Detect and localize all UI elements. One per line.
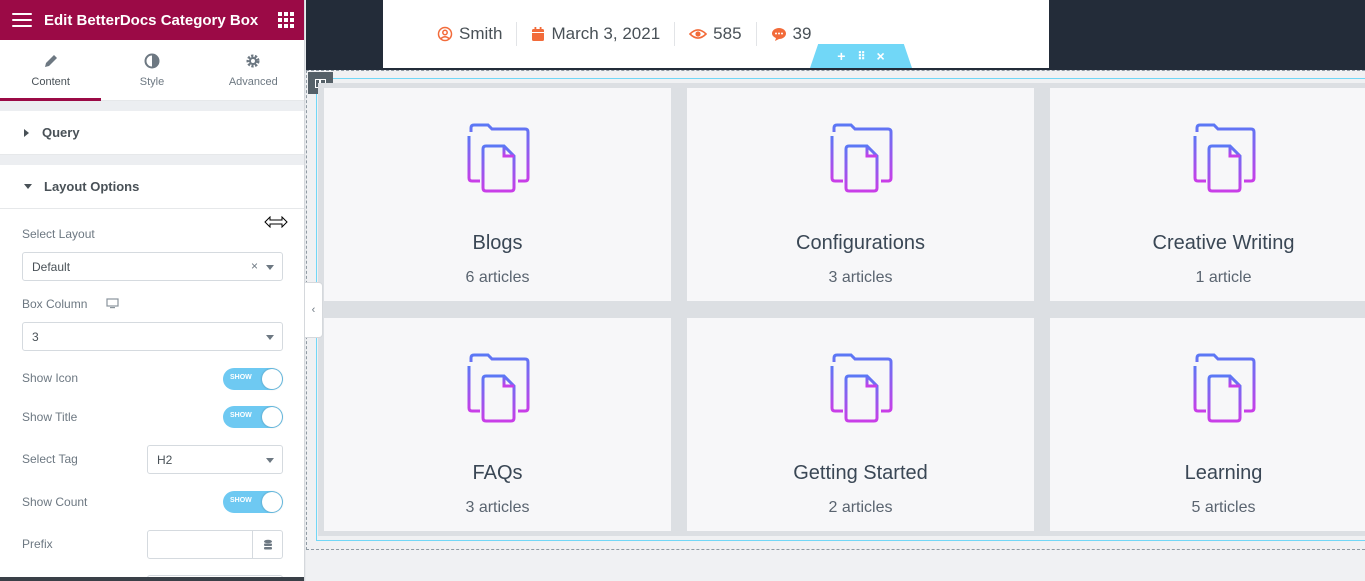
folder-doc-icon — [1193, 353, 1255, 423]
section-handle: + ⠿ × — [810, 44, 912, 68]
user-icon — [437, 26, 453, 42]
chevron-down-icon — [266, 335, 274, 340]
folder-doc-icon — [467, 123, 529, 193]
select-layout-value: Default — [32, 259, 71, 274]
select-tag-dropdown[interactable]: H2 — [147, 445, 283, 474]
select-layout-label: Select Layout — [22, 227, 95, 241]
toggle-text: SHOW — [230, 497, 252, 504]
category-title[interactable]: FAQs — [472, 462, 522, 485]
dynamic-tags-button[interactable] — [252, 531, 282, 558]
category-grid: Blogs 6 articles Configurations 3 articl… — [318, 83, 1365, 536]
database-icon — [263, 539, 272, 549]
folder-doc-icon — [1193, 123, 1255, 193]
select-layout-dropdown[interactable]: Default × — [22, 252, 283, 281]
box-column-label: Box Column — [22, 297, 88, 311]
resize-cursor-icon — [264, 216, 288, 228]
desktop-icon[interactable] — [106, 298, 119, 309]
chevron-down-icon — [266, 265, 274, 270]
gear-icon — [245, 52, 261, 70]
section-label: Query — [42, 125, 80, 140]
eye-icon — [689, 29, 708, 39]
folder-doc-icon — [467, 353, 529, 423]
box-column-value: 3 — [32, 329, 39, 344]
prefix-input[interactable] — [147, 530, 283, 559]
category-count: 3 articles — [828, 269, 893, 286]
post-meta-bar: Smith March 3, 2021 585 39 — [383, 0, 1049, 68]
category-count: 6 articles — [465, 269, 530, 286]
toggle-knob — [262, 492, 282, 512]
show-title-toggle[interactable]: SHOW — [223, 406, 283, 428]
pencil-icon — [43, 52, 59, 70]
widgets-grid-icon[interactable] — [278, 12, 294, 28]
toggle-text: SHOW — [230, 374, 252, 381]
category-card[interactable]: Blogs 6 articles — [324, 88, 671, 301]
caret-down-icon — [24, 184, 32, 189]
collapse-panel-button[interactable]: ‹ — [305, 282, 323, 338]
category-count: 3 articles — [465, 499, 530, 516]
tab-label: Advanced — [228, 76, 278, 88]
close-icon[interactable]: × — [877, 48, 885, 64]
category-title[interactable]: Blogs — [472, 232, 522, 255]
select-tag-label: Select Tag — [22, 452, 78, 466]
category-card[interactable]: Getting Started 2 articles — [687, 318, 1034, 531]
toggle-knob — [262, 369, 282, 389]
section-query[interactable]: Query — [0, 111, 304, 155]
category-card[interactable]: Learning 5 articles — [1050, 318, 1365, 531]
toggle-text: SHOW — [230, 412, 252, 419]
comment-count: 39 — [792, 24, 812, 43]
divider — [0, 155, 304, 165]
panel-tabs: Content Style Advanced — [0, 40, 304, 101]
category-title[interactable]: Getting Started — [793, 462, 928, 485]
category-card[interactable]: Configurations 3 articles — [687, 88, 1034, 301]
show-icon-toggle[interactable]: SHOW — [223, 368, 283, 390]
calendar-icon — [532, 27, 545, 41]
panel-footer-edge — [0, 577, 304, 581]
toggle-knob — [262, 407, 282, 427]
meta-date: March 3, 2021 — [531, 22, 676, 46]
section-label: Layout Options — [44, 179, 140, 194]
panel-header: Edit BetterDocs Category Box — [0, 0, 304, 40]
comment-icon — [771, 27, 786, 41]
caret-right-icon — [24, 128, 29, 137]
tab-content[interactable]: Content — [0, 40, 102, 101]
half-circle-icon — [144, 52, 160, 70]
author-name: Smith — [459, 24, 503, 43]
show-count-toggle[interactable]: SHOW — [223, 491, 283, 513]
drag-handle-icon[interactable]: ⠿ — [857, 50, 865, 63]
view-count: 585 — [713, 24, 742, 43]
category-count: 2 articles — [828, 499, 893, 516]
clear-icon[interactable]: × — [251, 259, 258, 273]
show-icon-label: Show Icon — [22, 371, 79, 385]
show-title-label: Show Title — [22, 410, 78, 424]
section-layout-options[interactable]: Layout Options — [0, 165, 304, 209]
category-card[interactable]: Creative Writing 1 article — [1050, 88, 1365, 301]
tab-style[interactable]: Style — [101, 40, 202, 100]
category-title[interactable]: Learning — [1185, 462, 1263, 485]
meta-comments: 39 — [771, 22, 826, 46]
tab-advanced[interactable]: Advanced — [203, 40, 304, 100]
divider — [0, 101, 304, 111]
category-count: 5 articles — [1191, 499, 1256, 516]
prefix-label: Prefix — [22, 537, 53, 551]
category-title[interactable]: Creative Writing — [1153, 232, 1295, 255]
category-title[interactable]: Configurations — [796, 232, 925, 255]
editor-panel: Edit BetterDocs Category Box Content Sty… — [0, 0, 305, 581]
meta-views: 585 — [689, 22, 757, 46]
show-count-label: Show Count — [22, 495, 88, 509]
meta-author: Smith — [437, 22, 518, 46]
menu-icon[interactable] — [12, 13, 32, 27]
tab-label: Content — [31, 76, 70, 88]
tab-label: Style — [139, 76, 165, 88]
box-column-dropdown[interactable]: 3 — [22, 322, 283, 351]
add-section-icon[interactable]: + — [837, 48, 845, 64]
chevron-down-icon — [266, 458, 274, 463]
post-date: March 3, 2021 — [551, 24, 661, 43]
select-tag-value: H2 — [157, 452, 173, 467]
folder-doc-icon — [830, 353, 892, 423]
folder-doc-icon — [830, 123, 892, 193]
category-count: 1 article — [1195, 269, 1252, 286]
category-card[interactable]: FAQs 3 articles — [324, 318, 671, 531]
chevron-left-icon: ‹ — [311, 304, 316, 316]
panel-title: Edit BetterDocs Category Box — [44, 11, 259, 29]
